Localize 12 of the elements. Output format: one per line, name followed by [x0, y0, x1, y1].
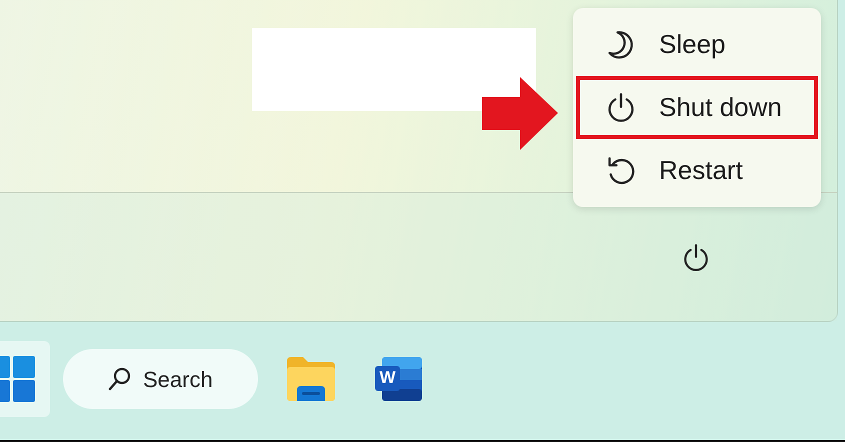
search-icon	[107, 366, 133, 392]
menu-item[interactable]: Shut down	[576, 76, 818, 139]
arrow-icon	[482, 77, 558, 150]
menu-item[interactable]: Restart	[576, 139, 818, 202]
menu-item[interactable]: Sleep	[576, 13, 818, 76]
start-button[interactable]	[0, 341, 50, 417]
search-field[interactable]: Search	[63, 349, 258, 409]
windows-logo-icon	[0, 356, 35, 402]
power-icon	[681, 243, 711, 273]
search-placeholder: Search	[143, 366, 213, 394]
folder-icon	[287, 357, 335, 401]
taskbar-app-button[interactable]	[287, 357, 335, 401]
